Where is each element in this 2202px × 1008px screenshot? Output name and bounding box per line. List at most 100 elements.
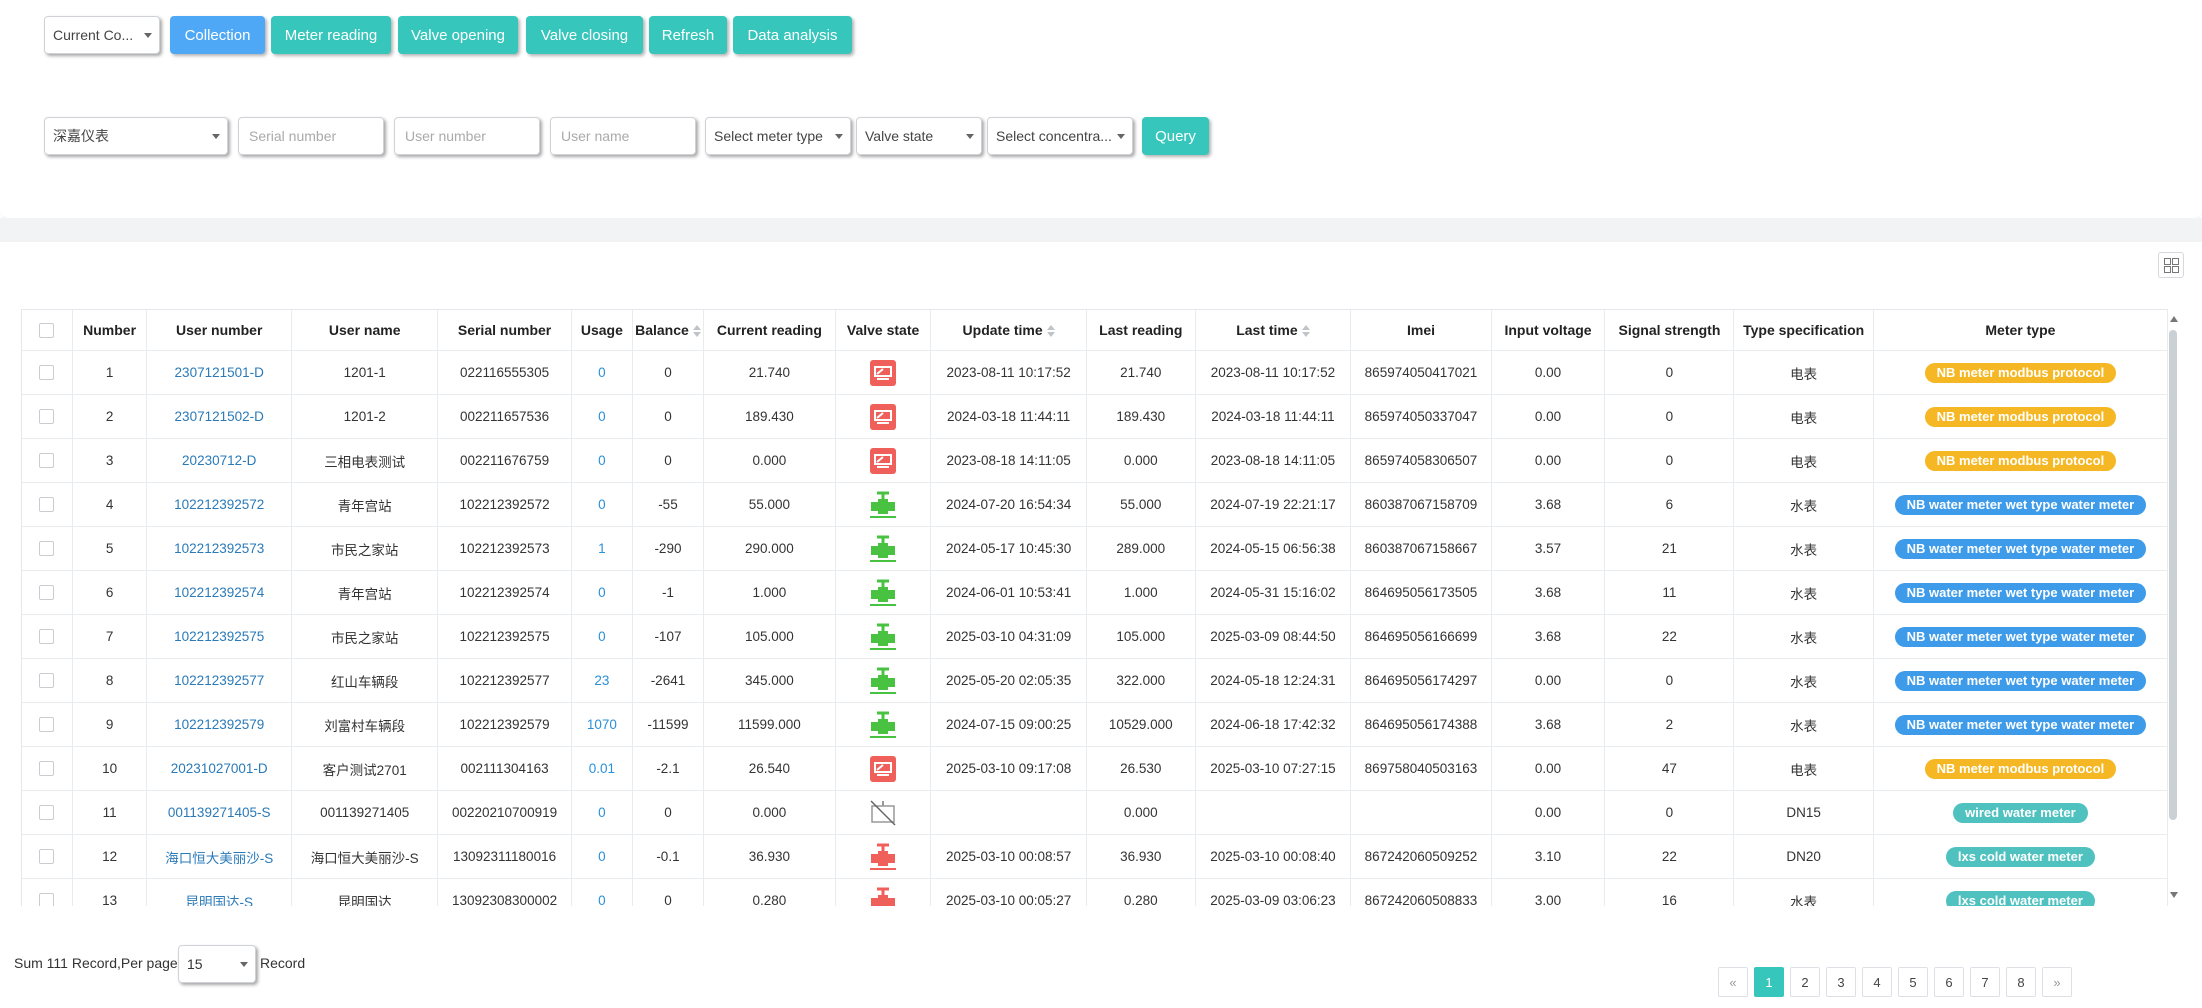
row-checkbox[interactable] — [39, 717, 55, 733]
table-row[interactable]: 4 102212392572 青年宫站 102212392572 0 -55 55.000 … — [22, 482, 2168, 527]
data-analysis-button[interactable]: Data analysis — [733, 16, 852, 54]
column-header-balance[interactable]: Balance — [632, 310, 704, 351]
row-checkbox[interactable] — [39, 365, 55, 381]
table-row[interactable]: 13 昆明国达-S 昆明国达 13092308300002 0 0 0.280 2025-0… — [22, 878, 2168, 906]
table-row[interactable]: 12 海口恒大美丽沙-S 海口恒大美丽沙-S 13092311180016 0 -0.1 3… — [22, 834, 2168, 879]
row-checkbox[interactable] — [39, 585, 55, 601]
sort-icon[interactable] — [1301, 325, 1310, 338]
query-button[interactable]: Query — [1142, 117, 1209, 155]
page-button[interactable]: 7 — [1970, 967, 2000, 997]
scroll-down-arrow-icon[interactable] — [2170, 892, 2178, 898]
column-settings-icon[interactable] — [2158, 252, 2184, 278]
cell-usage[interactable]: 0 — [571, 350, 634, 395]
cell-usage[interactable]: 23 — [571, 658, 634, 703]
valve-closing-button[interactable]: Valve closing — [526, 16, 643, 54]
row-checkbox[interactable] — [39, 893, 55, 906]
company-select[interactable]: 深嘉仪表 — [44, 117, 228, 155]
scrollbar-thumb[interactable] — [2169, 330, 2177, 820]
cell-user-number[interactable]: 102212392573 — [146, 526, 292, 571]
cell-usage[interactable]: 0 — [571, 614, 634, 659]
page-button[interactable]: 5 — [1898, 967, 1928, 997]
page-button[interactable]: 3 — [1826, 967, 1856, 997]
cell-valve-state — [835, 438, 932, 483]
table-row[interactable]: 2 2307121502-D 1201-2 002211657536 0 0 189.430… — [22, 394, 2168, 439]
row-checkbox[interactable] — [39, 453, 55, 469]
current-company-select[interactable]: Current Co... — [44, 16, 160, 54]
page-button[interactable]: 6 — [1934, 967, 1964, 997]
row-checkbox[interactable] — [39, 497, 55, 513]
cell-user-number[interactable]: 2307121502-D — [146, 394, 292, 439]
column-header-update-time[interactable]: Update time — [930, 310, 1087, 351]
collection-button[interactable]: Collection — [170, 16, 265, 54]
cell-signal-strength: 0 — [1604, 350, 1735, 395]
row-checkbox[interactable] — [39, 805, 55, 821]
page-button[interactable]: 4 — [1862, 967, 1892, 997]
chevron-down-icon — [1117, 134, 1125, 139]
prev-page-button[interactable]: « — [1718, 967, 1748, 997]
cell-serial-number: 102212392577 — [437, 658, 572, 703]
cell-user-number[interactable]: 20231027001-D — [146, 746, 292, 791]
page-button[interactable]: 1 — [1754, 967, 1784, 997]
scroll-up-arrow-icon[interactable] — [2170, 316, 2178, 322]
page-button[interactable]: 8 — [2006, 967, 2036, 997]
cell-user-number[interactable]: 102212392577 — [146, 658, 292, 703]
table-row[interactable]: 5 102212392573 市民之家站 102212392573 1 -290 290.0… — [22, 526, 2168, 571]
row-select-cell — [22, 526, 73, 571]
row-checkbox[interactable] — [39, 629, 55, 645]
cell-user-number[interactable]: 2307121501-D — [146, 350, 292, 395]
concentrator-select[interactable]: Select concentra... — [987, 117, 1133, 155]
table-row[interactable]: 10 20231027001-D 客户测试2701 002111304163 0.01-… — [22, 746, 2168, 791]
next-page-button[interactable]: » — [2042, 967, 2072, 997]
user-name-input[interactable] — [550, 117, 696, 155]
column-header-last-time[interactable]: Last time — [1195, 310, 1352, 351]
table-row[interactable]: 9 102212392579 刘富村车辆段 102212392579 1070 -1159… — [22, 702, 2168, 747]
cell-usage[interactable]: 0 — [571, 790, 634, 835]
cell-usage[interactable]: 0 — [571, 482, 634, 527]
cell-usage[interactable]: 0 — [571, 834, 634, 879]
cell-user-number[interactable]: 102212392579 — [146, 702, 292, 747]
valve-state-select[interactable]: Valve state — [856, 117, 982, 155]
table-row[interactable]: 7 102212392575 市民之家站 102212392575 0 -107 105.0… — [22, 614, 2168, 659]
cell-number: 7 — [72, 614, 148, 659]
cell-usage[interactable]: 0 — [571, 394, 634, 439]
cell-usage[interactable]: 1070 — [571, 702, 634, 747]
cell-last-time: 2025-03-09 03:06:23 — [1195, 878, 1352, 906]
cell-usage[interactable]: 0.01 — [571, 746, 634, 791]
cell-user-number[interactable]: 海口恒大美丽沙-S — [146, 834, 292, 879]
sort-icon[interactable] — [692, 325, 701, 338]
meter-reading-button[interactable]: Meter reading — [271, 16, 391, 54]
row-checkbox[interactable] — [39, 541, 55, 557]
cell-signal-strength: 16 — [1604, 878, 1735, 906]
valve-opening-button[interactable]: Valve opening — [398, 16, 518, 54]
per-page-select[interactable]: 15 — [178, 945, 256, 983]
column-header-select — [22, 310, 73, 351]
column-header-label: Number — [83, 322, 137, 338]
cell-usage[interactable]: 1 — [571, 526, 634, 571]
cell-user-number[interactable]: 001139271405-S — [146, 790, 292, 835]
select-all-checkbox[interactable] — [39, 323, 55, 339]
cell-user-number[interactable]: 102212392574 — [146, 570, 292, 615]
row-checkbox[interactable] — [39, 409, 55, 425]
cell-usage[interactable]: 0 — [571, 438, 634, 483]
user-number-input[interactable] — [394, 117, 540, 155]
cell-usage[interactable]: 0 — [571, 878, 634, 906]
refresh-button[interactable]: Refresh — [649, 16, 727, 54]
table-row[interactable]: 11 001139271405-S 001139271405 002202107009… — [22, 790, 2168, 835]
sort-icon[interactable] — [1046, 325, 1055, 338]
row-checkbox[interactable] — [39, 673, 55, 689]
page-button[interactable]: 2 — [1790, 967, 1820, 997]
cell-user-number[interactable]: 102212392572 — [146, 482, 292, 527]
cell-user-number[interactable]: 102212392575 — [146, 614, 292, 659]
cell-usage[interactable]: 0 — [571, 570, 634, 615]
serial-number-input[interactable] — [238, 117, 384, 155]
row-checkbox[interactable] — [39, 849, 55, 865]
meter-type-select[interactable]: Select meter type — [705, 117, 851, 155]
row-checkbox[interactable] — [39, 761, 55, 777]
cell-user-number[interactable]: 20230712-D — [146, 438, 292, 483]
table-row[interactable]: 6 102212392574 青年宫站 102212392574 0 -1 1.000 20… — [22, 570, 2168, 615]
cell-user-number[interactable]: 昆明国达-S — [146, 878, 292, 906]
table-row[interactable]: 3 20230712-D 三相电表测试 002211676759 0 0 0.000 202… — [22, 438, 2168, 483]
table-row[interactable]: 1 2307121501-D 1201-1 022116555305 0 0 21.740 … — [22, 350, 2168, 395]
table-row[interactable]: 8 102212392577 红山车辆段 102212392577 23 -2641 345… — [22, 658, 2168, 703]
row-select-cell — [22, 482, 73, 527]
